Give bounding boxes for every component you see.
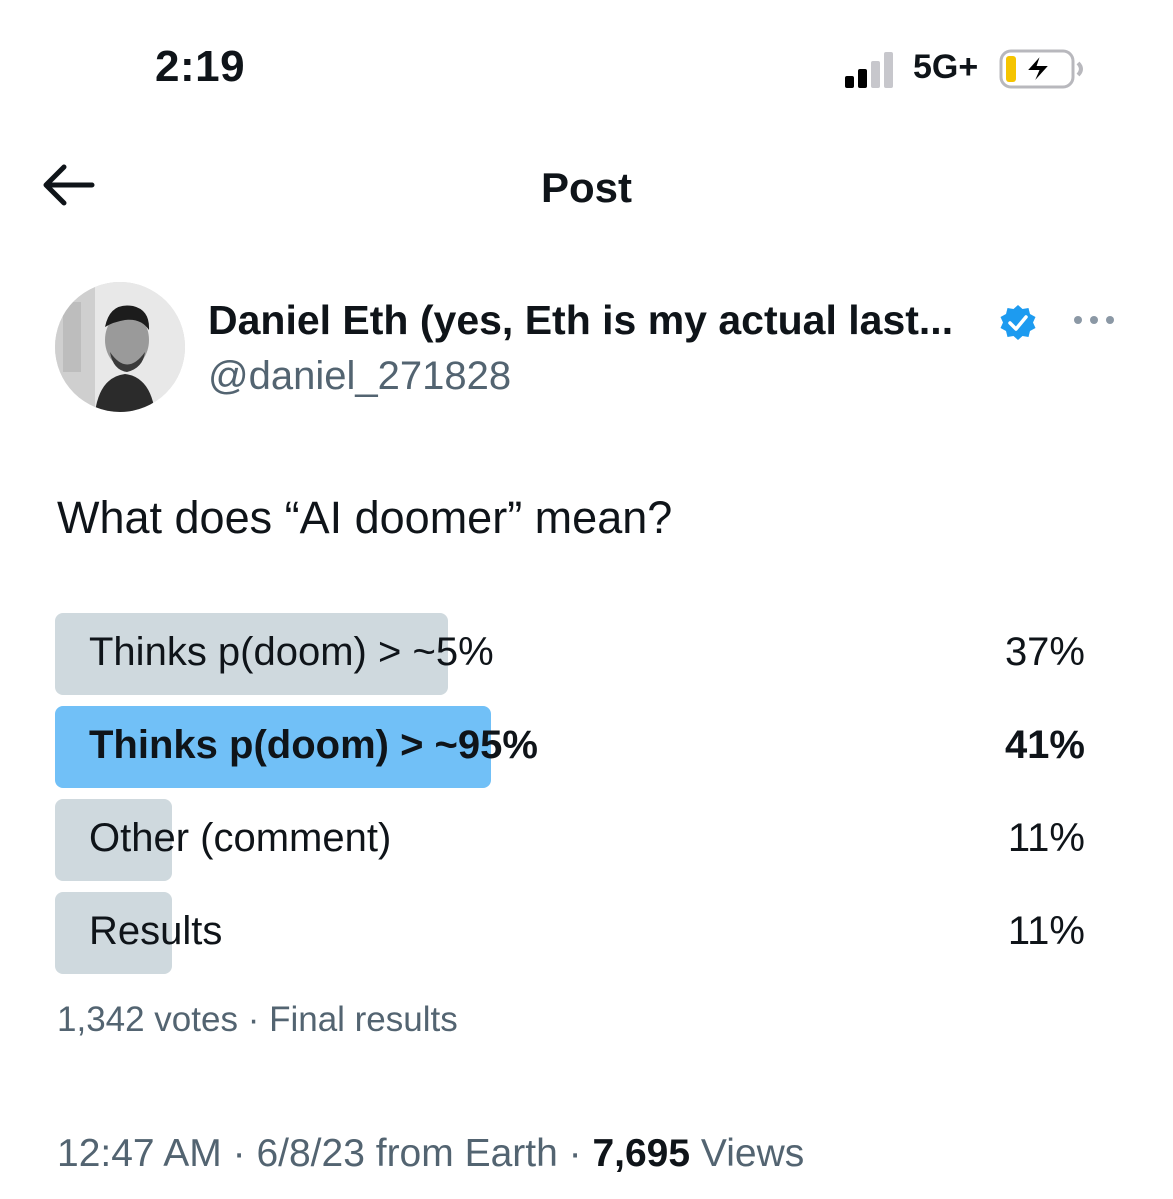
avatar[interactable] xyxy=(55,282,185,412)
poll-option-label: Thinks p(doom) > ~5% xyxy=(89,630,494,674)
poll-option-label: Other (comment) xyxy=(89,816,392,860)
separator: · xyxy=(568,1132,593,1175)
views-count[interactable]: 7,695 xyxy=(592,1132,690,1175)
views-label[interactable]: Views xyxy=(701,1132,804,1175)
poll-option: Other (comment) 11% xyxy=(55,799,1085,881)
author-handle[interactable]: @daniel_271828 xyxy=(208,354,511,399)
cellular-signal-icon xyxy=(845,52,893,88)
battery-charging-icon xyxy=(999,49,1083,89)
status-time: 2:19 xyxy=(155,42,246,91)
poll-option-label: Results xyxy=(89,909,223,953)
poll-option-label: Thinks p(doom) > ~95% xyxy=(89,723,538,767)
author-name[interactable]: Daniel Eth (yes, Eth is my actual last..… xyxy=(208,297,953,344)
post-source: from Earth xyxy=(375,1132,558,1175)
poll-votes-summary: 1,342 votes · Final results xyxy=(57,1000,458,1039)
poll-option-percent: 11% xyxy=(1007,909,1085,953)
post-time[interactable]: 12:47 AM xyxy=(57,1132,222,1175)
poll-option-percent: 37% xyxy=(1004,630,1085,674)
post-text: What does “AI doomer” mean? xyxy=(57,492,673,543)
post-date[interactable]: 6/8/23 xyxy=(256,1132,364,1175)
more-options-icon[interactable] xyxy=(1070,308,1118,332)
network-type: 5G+ xyxy=(913,48,979,86)
poll-option: Thinks p(doom) > ~5% 37% xyxy=(55,613,1085,695)
poll-option-winner: Thinks p(doom) > ~95% 41% xyxy=(55,706,1085,788)
post-metadata: 12:47 AM · 6/8/23 from Earth · 7,695 Vie… xyxy=(57,1132,804,1176)
poll-option: Results 11% xyxy=(55,892,1085,974)
poll-option-percent: 11% xyxy=(1007,816,1085,860)
verified-badge-icon xyxy=(1000,305,1036,340)
separator: · xyxy=(232,1132,257,1175)
poll-option-percent: 41% xyxy=(1004,723,1085,767)
page-title: Post xyxy=(540,164,632,211)
